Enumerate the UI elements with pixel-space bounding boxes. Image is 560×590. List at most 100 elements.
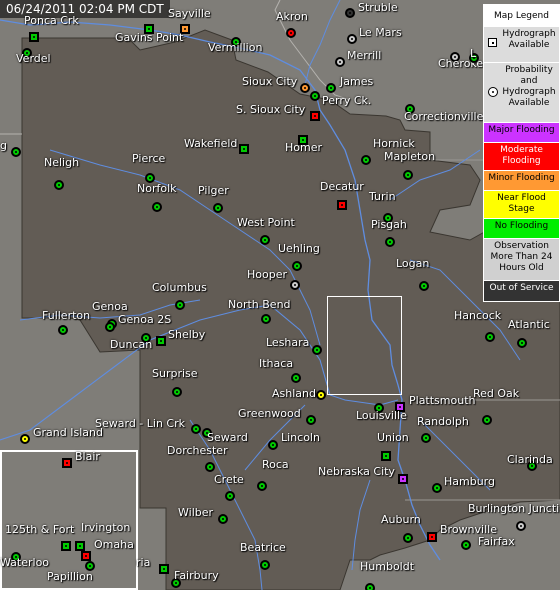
site-label[interactable]: Leshara	[266, 336, 309, 349]
site-label[interactable]: Decatur	[320, 180, 364, 193]
site-label[interactable]: Papillion	[47, 570, 93, 583]
site-label[interactable]: Greenwood	[238, 407, 301, 420]
site-label[interactable]: Auburn	[381, 513, 421, 526]
hydrograph-map[interactable]: 06/24/2011 02:04 PM CDT Ponca Crk Sayvill…	[0, 0, 560, 590]
site-label[interactable]: Mapleton	[384, 150, 435, 163]
site-label[interactable]: North Bend	[228, 298, 291, 311]
probability-marker-icon[interactable]	[312, 345, 322, 355]
site-label[interactable]: Union	[377, 431, 409, 444]
probability-marker-icon[interactable]	[403, 170, 413, 180]
probability-marker-icon[interactable]	[516, 521, 526, 531]
hydrograph-marker-icon[interactable]	[381, 451, 391, 461]
probability-marker-icon[interactable]	[310, 91, 320, 101]
probability-marker-icon[interactable]	[292, 261, 302, 271]
site-label[interactable]: Shelby	[168, 328, 205, 341]
probability-marker-icon[interactable]	[54, 180, 64, 190]
site-label[interactable]: Uehling	[278, 242, 320, 255]
probability-marker-icon[interactable]	[105, 322, 115, 332]
site-label[interactable]: g	[0, 139, 7, 152]
site-label[interactable]: Norfolk	[137, 182, 177, 195]
site-label[interactable]: Genoa	[92, 300, 128, 313]
probability-marker-icon[interactable]	[225, 491, 235, 501]
probability-marker-icon[interactable]	[300, 83, 310, 93]
hydrograph-marker-icon[interactable]	[61, 541, 71, 551]
site-label[interactable]: Sioux City	[242, 75, 297, 88]
site-label[interactable]: S. Sioux City	[236, 103, 305, 116]
hydrograph-marker-icon[interactable]	[310, 111, 320, 121]
site-label[interactable]: Homer	[285, 141, 322, 154]
site-label[interactable]: Omaha	[94, 538, 134, 551]
probability-marker-icon[interactable]	[218, 514, 228, 524]
hydrograph-marker-icon[interactable]	[62, 458, 72, 468]
hydrograph-marker-icon[interactable]	[75, 541, 85, 551]
hydrograph-marker-icon[interactable]	[159, 564, 169, 574]
site-label[interactable]: Neligh	[44, 156, 79, 169]
probability-marker-icon[interactable]	[347, 34, 357, 44]
site-label[interactable]: Duncan	[110, 338, 152, 351]
site-label[interactable]: Red Oak	[473, 387, 519, 400]
probability-marker-icon[interactable]	[286, 28, 296, 38]
site-label[interactable]: Pisgah	[371, 218, 407, 231]
probability-marker-icon[interactable]	[191, 424, 201, 434]
hydrograph-marker-icon[interactable]	[29, 32, 39, 42]
site-label[interactable]: Blair	[75, 450, 100, 463]
inset-map[interactable]	[0, 450, 138, 590]
probability-marker-icon[interactable]	[482, 415, 492, 425]
site-label[interactable]: Hamburg	[444, 475, 495, 488]
probability-marker-icon[interactable]	[291, 373, 301, 383]
site-label[interactable]: Nebraska City	[318, 465, 395, 478]
probability-marker-icon[interactable]	[421, 433, 431, 443]
probability-marker-icon[interactable]	[365, 583, 375, 590]
site-label[interactable]: James	[340, 75, 373, 88]
probability-marker-icon[interactable]	[268, 440, 278, 450]
probability-marker-icon[interactable]	[172, 387, 182, 397]
site-label[interactable]: Lincoln	[281, 431, 320, 444]
site-label[interactable]: Logan	[396, 257, 429, 270]
site-label[interactable]: Beatrice	[240, 541, 286, 554]
probability-marker-icon[interactable]	[261, 314, 271, 324]
site-label[interactable]: Waterloo	[0, 556, 49, 569]
site-label[interactable]: Merrill	[347, 49, 381, 62]
probability-marker-icon[interactable]	[432, 483, 442, 493]
probability-marker-icon[interactable]	[316, 390, 326, 400]
site-label[interactable]: Fullerton	[42, 309, 90, 322]
site-label[interactable]: Grand Island	[33, 426, 103, 439]
site-label[interactable]: Fairfax	[478, 535, 515, 548]
site-label[interactable]: Turin	[369, 190, 396, 203]
probability-marker-icon[interactable]	[260, 235, 270, 245]
site-label[interactable]: Plattsmouth	[409, 394, 476, 407]
zoom-selection-box[interactable]	[327, 296, 402, 395]
site-label[interactable]: Hornick	[373, 137, 415, 150]
site-label[interactable]: Pierce	[132, 152, 165, 165]
site-label[interactable]: Genoa 2S	[118, 313, 171, 326]
site-label[interactable]: Surprise	[152, 367, 198, 380]
site-label[interactable]: Struble	[358, 1, 398, 14]
probability-marker-icon[interactable]	[175, 300, 185, 310]
probability-marker-icon[interactable]	[361, 155, 371, 165]
site-label[interactable]: Hooper	[247, 268, 287, 281]
probability-marker-icon[interactable]	[290, 280, 300, 290]
probability-marker-icon[interactable]	[213, 203, 223, 213]
site-label[interactable]: ria	[136, 556, 150, 569]
probability-marker-icon[interactable]	[260, 560, 270, 570]
site-label[interactable]: Roca	[262, 458, 289, 471]
hydrograph-marker-icon[interactable]	[81, 551, 91, 561]
site-label[interactable]: Atlantic	[508, 318, 550, 331]
probability-marker-icon[interactable]	[461, 540, 471, 550]
probability-marker-icon[interactable]	[58, 325, 68, 335]
probability-marker-icon[interactable]	[257, 481, 267, 491]
probability-marker-icon[interactable]	[20, 434, 30, 444]
site-label[interactable]: Clarinda	[507, 453, 553, 466]
probability-marker-icon[interactable]	[326, 83, 336, 93]
site-label[interactable]: Akron	[276, 10, 308, 23]
probability-marker-icon[interactable]	[485, 332, 495, 342]
site-label[interactable]: Louisville	[356, 409, 407, 422]
probability-marker-icon[interactable]	[205, 462, 215, 472]
hydrograph-marker-icon[interactable]	[156, 336, 166, 346]
site-label[interactable]: Humboldt	[360, 560, 414, 573]
site-label[interactable]: Ponca Crk	[24, 14, 79, 27]
site-label[interactable]: Randolph	[417, 415, 469, 428]
site-label[interactable]: Le Mars	[359, 26, 402, 39]
site-label[interactable]: Gavins Point	[115, 31, 183, 44]
probability-marker-icon[interactable]	[345, 8, 355, 18]
